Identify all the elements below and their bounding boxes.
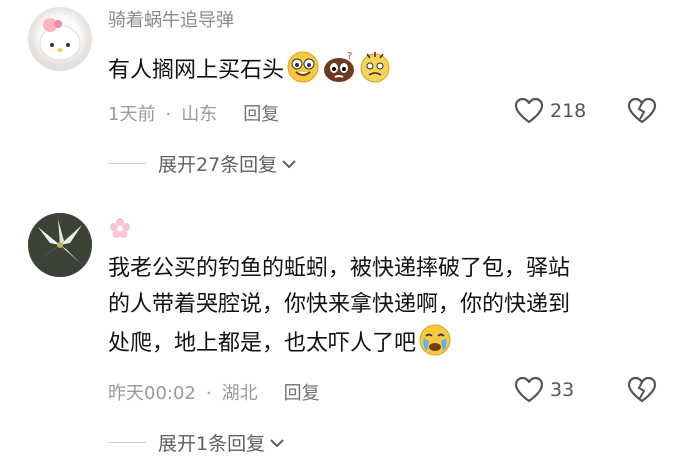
comment-text-line-content: 处爬，地上都是，也太吓人了吧 xyxy=(108,331,417,356)
comment-text: 我老公买的钓鱼的蚯蚓，被快递摔破了包，驿站 的人带着哭腔说，你快来拿快递啊，你的… xyxy=(108,251,668,362)
crying-emoji xyxy=(419,324,451,356)
like-button[interactable]: 218 xyxy=(514,97,586,125)
comment-text-line-last: 处爬，地上都是，也太吓人了吧 xyxy=(108,323,668,362)
poop-question-emoji: ? xyxy=(324,51,355,82)
comment-item: 骑着蜗牛追导弹 有人搁网上买石头 ? 1天前 · 山东 回复 218 展开27条… xyxy=(0,0,690,195)
expand-replies-label: 展开1条回复 xyxy=(158,433,266,455)
grinning-glasses-emoji xyxy=(287,51,319,83)
avatar[interactable] xyxy=(28,213,92,277)
heart-icon xyxy=(514,376,544,403)
comment-text-content: 有人搁网上买石头 xyxy=(108,58,285,83)
expand-replies-button[interactable]: 展开27条回复 xyxy=(108,150,297,177)
comment-text-line: 的人带着哭腔说，你快来拿快递啊，你的快递到 xyxy=(108,292,571,317)
like-button[interactable]: 33 xyxy=(514,376,574,404)
username[interactable]: 骑着蜗牛追导弹 xyxy=(108,6,234,32)
comment-text-line: 我老公买的钓鱼的蚯蚓，被快递摔破了包，驿站 xyxy=(108,256,571,281)
meta-separator: · xyxy=(165,104,172,125)
expand-divider-line xyxy=(108,442,146,443)
expand-divider-line xyxy=(108,163,146,164)
comment-time: 1天前 xyxy=(108,104,156,125)
flower-badge-icon xyxy=(110,218,130,238)
like-count: 218 xyxy=(550,100,587,122)
meta-separator: · xyxy=(205,383,212,404)
comment-meta: 昨天00:02 · 湖北 回复 xyxy=(108,379,320,405)
comment-item: 我老公买的钓鱼的蚯蚓，被快递摔破了包，驿站 的人带着哭腔说，你快来拿快递啊，你的… xyxy=(0,196,690,457)
dislike-broken-heart-icon[interactable] xyxy=(626,376,658,404)
anxious-cry-emoji xyxy=(360,52,390,83)
lily-flower-avatar-image xyxy=(28,213,92,277)
expand-replies-label: 展开27条回复 xyxy=(158,154,278,176)
comment-meta: 1天前 · 山东 回复 xyxy=(108,100,279,126)
chevron-down-icon xyxy=(282,159,296,168)
svg-text:?: ? xyxy=(347,51,352,62)
chevron-down-icon xyxy=(270,438,284,447)
hello-kitty-avatar-image xyxy=(39,18,81,61)
reply-button[interactable]: 回复 xyxy=(243,104,279,125)
avatar[interactable] xyxy=(28,7,92,71)
comment-location: 山东 xyxy=(181,104,218,125)
comment-time: 昨天00:02 xyxy=(108,383,196,404)
reply-button[interactable]: 回复 xyxy=(284,383,320,404)
heart-icon xyxy=(514,97,544,124)
comment-location: 湖北 xyxy=(221,383,258,404)
dislike-broken-heart-icon[interactable] xyxy=(626,97,658,125)
comment-text: 有人搁网上买石头 ? xyxy=(108,50,392,89)
like-count: 33 xyxy=(550,379,575,401)
expand-replies-button[interactable]: 展开1条回复 xyxy=(108,429,285,456)
